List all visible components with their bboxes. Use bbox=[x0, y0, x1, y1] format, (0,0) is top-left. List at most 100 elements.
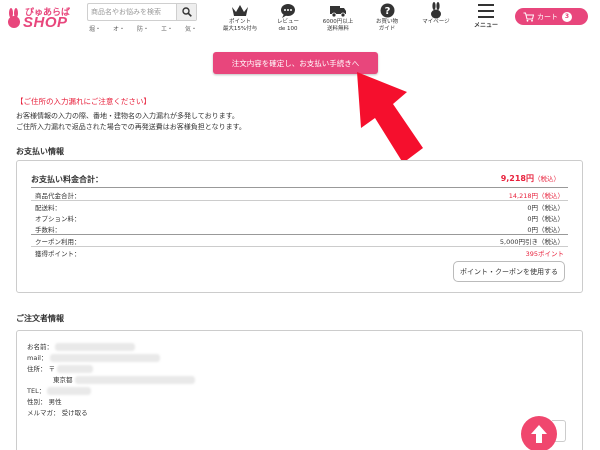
orderer-name-label: お名前： bbox=[27, 343, 53, 351]
orderer-magazine-label: メルマガ： bbox=[27, 409, 60, 417]
redacted-tel bbox=[47, 387, 92, 395]
payment-row-value: 14,218円（税込） bbox=[508, 192, 564, 200]
payment-divider bbox=[31, 187, 568, 188]
payment-row-label: クーポン利用： bbox=[35, 238, 81, 246]
site-header: ぴゅあらば SHOP 堀・ オ・ 防・ エ・ 気・ ポイント 最大15%付与 レ… bbox=[0, 0, 600, 38]
payment-divider bbox=[31, 234, 568, 235]
search-icon bbox=[181, 7, 192, 17]
payment-row-value: 0円（税込） bbox=[527, 226, 564, 234]
payment-total-value: 9,218円（税込） bbox=[501, 173, 560, 184]
search-box bbox=[87, 3, 197, 21]
site-logo[interactable]: ぴゅあらば SHOP bbox=[5, 5, 83, 33]
payment-row-label: 商品代金合計： bbox=[35, 192, 81, 200]
cart-count-badge: 3 bbox=[562, 11, 572, 22]
address-notice-line: お客様情報の入力の際、番地・建物名の入力漏れが多発しております。 bbox=[16, 112, 239, 120]
question-icon: ? bbox=[380, 3, 394, 18]
payment-row: 手数料： 0円（税込） bbox=[35, 224, 564, 234]
orderer-name-row: お名前： bbox=[27, 341, 136, 351]
menu-label: メニュー bbox=[473, 22, 498, 29]
hamburger-icon bbox=[478, 4, 494, 18]
nav-mypage-label1: マイページ bbox=[422, 19, 450, 25]
orderer-tel-label: TEL： bbox=[27, 387, 46, 395]
rabbit-icon bbox=[431, 2, 441, 19]
redacted-mail bbox=[49, 354, 160, 362]
search-tag[interactable]: 気・ bbox=[185, 24, 197, 33]
payment-row-value: 0円（税込） bbox=[527, 204, 564, 212]
nav-review[interactable]: レビュー de 100 bbox=[270, 2, 306, 36]
nav-guide-label2: ガイド bbox=[378, 26, 396, 32]
address-city: 東京都 bbox=[53, 376, 73, 384]
nav-guide[interactable]: ? お買い物 ガイド bbox=[370, 2, 404, 36]
payment-row-value: 395ポイント bbox=[525, 250, 564, 258]
nav-shipping-label2: 送料無料 bbox=[326, 26, 349, 32]
total-amount: 9,218円 bbox=[500, 174, 534, 183]
nav-guide-label1: お買い物 bbox=[375, 19, 398, 25]
nav-mypage[interactable]: マイページ bbox=[418, 2, 454, 36]
address-notice-title: 【ご住所の入力漏れにご注意ください】 bbox=[16, 97, 151, 106]
payment-row: 獲得ポイント： 395ポイント bbox=[35, 248, 564, 258]
payment-row-divider bbox=[31, 200, 568, 201]
payment-row-label: オプション料： bbox=[35, 215, 81, 223]
orderer-gender-value: 男性 bbox=[48, 398, 62, 406]
redacted-address bbox=[74, 376, 195, 384]
nav-point-label2: 最大15%付与 bbox=[222, 26, 258, 32]
red-arrow-annotation bbox=[357, 72, 423, 163]
payment-row-label: 手数料： bbox=[35, 226, 61, 234]
payment-row: 商品代金合計： 14,218円（税込） bbox=[35, 190, 564, 200]
arrow-up-icon bbox=[531, 425, 547, 443]
search-input[interactable] bbox=[91, 4, 175, 20]
orderer-magazine-value: 受け取る bbox=[61, 409, 88, 417]
menu-button[interactable]: メニュー bbox=[472, 2, 500, 36]
orderer-address-label: 住所： bbox=[27, 365, 47, 373]
orderer-gender-label: 性別： bbox=[27, 398, 47, 406]
orderer-magazine-row: メルマガ： 受け取る bbox=[27, 407, 88, 417]
orderer-address-row: 住所： 〒 bbox=[27, 363, 94, 373]
nav-point-label1: ポイント bbox=[228, 19, 251, 25]
payment-total-label: お支払い料金合計： bbox=[31, 175, 103, 184]
search-tag[interactable]: 防・ bbox=[137, 24, 149, 33]
search-tag[interactable]: エ・ bbox=[161, 24, 173, 33]
truck-icon bbox=[330, 6, 346, 18]
payment-section-title: お支払い情報 bbox=[16, 147, 64, 156]
search-tag[interactable]: オ・ bbox=[113, 24, 125, 33]
payment-row-label: 獲得ポイント： bbox=[35, 250, 81, 258]
cart-icon bbox=[523, 12, 534, 22]
crown-icon bbox=[232, 5, 248, 16]
nav-review-label2: de 100 bbox=[278, 26, 298, 32]
cart-button[interactable]: カート 3 bbox=[515, 8, 588, 25]
logo-text-shop: SHOP bbox=[23, 14, 68, 31]
svg-text:?: ? bbox=[384, 6, 390, 17]
payment-row: 配送料： 0円（税込） bbox=[35, 202, 564, 212]
search-suggestion-tags: 堀・ オ・ 防・ エ・ 気・ bbox=[89, 24, 197, 33]
nav-shipping[interactable]: 6000円以上 送料無料 bbox=[318, 2, 358, 36]
total-tax-note: （税込） bbox=[534, 175, 560, 183]
cart-label: カート bbox=[537, 12, 558, 21]
payment-row: クーポン利用： 5,000円引き（税込） bbox=[35, 236, 564, 246]
payment-row-value: 0円（税込） bbox=[527, 215, 564, 223]
orderer-mail-label: mail： bbox=[27, 354, 48, 362]
payment-row-label: 配送料： bbox=[35, 204, 61, 212]
orderer-box: お名前： mail： 住所： 〒 東京都 TEL： 性別： 男性 メルマガ： 受… bbox=[16, 330, 583, 450]
redacted-name bbox=[55, 343, 136, 351]
address-postal-mark: 〒 bbox=[48, 365, 56, 373]
nav-point[interactable]: ポイント 最大15%付与 bbox=[220, 2, 260, 36]
rabbit-logo-icon bbox=[8, 8, 20, 28]
redacted-postal bbox=[57, 365, 94, 373]
orderer-gender-row: 性別： 男性 bbox=[27, 396, 62, 406]
search-button[interactable] bbox=[176, 4, 196, 20]
search-tag[interactable]: 堀・ bbox=[89, 24, 101, 33]
payment-box: お支払い料金合計： 9,218円（税込） 商品代金合計： 14,218円（税込）… bbox=[16, 160, 583, 293]
scroll-to-top-button[interactable] bbox=[521, 416, 557, 450]
payment-row-divider bbox=[31, 246, 568, 247]
orderer-mail-row: mail： bbox=[27, 352, 160, 362]
use-point-coupon-button[interactable]: ポイント・クーポンを使用する bbox=[453, 261, 565, 282]
nav-shipping-label1: 6000円以上 bbox=[322, 19, 354, 25]
speech-bubble-icon bbox=[281, 4, 295, 18]
orderer-address-city-row: 東京都 bbox=[53, 374, 195, 384]
orderer-section-title: ご注文者情報 bbox=[16, 314, 64, 323]
nav-review-label1: レビュー bbox=[276, 19, 299, 25]
orderer-tel-row: TEL： bbox=[27, 385, 92, 395]
payment-row-value: 5,000円引き（税込） bbox=[499, 238, 564, 246]
address-notice-line: ご住所入力漏れで返品された場合での再発送費はお客様負担となります。 bbox=[16, 123, 246, 131]
payment-row: オプション料： 0円（税込） bbox=[35, 213, 564, 223]
